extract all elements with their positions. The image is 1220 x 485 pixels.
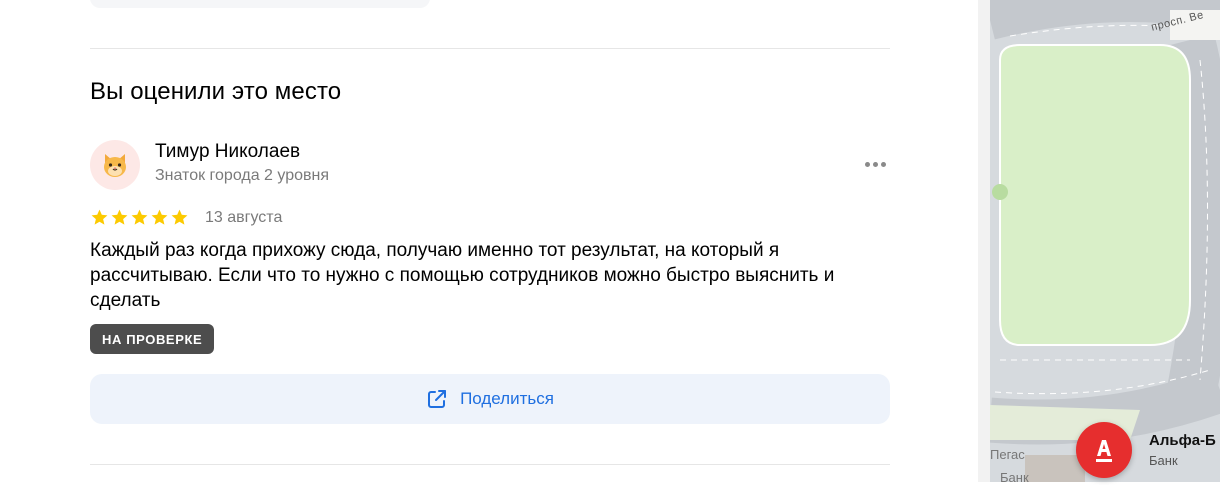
more-options-button[interactable] [860,152,890,176]
bank-poi-marker[interactable] [1076,422,1132,478]
star-icon [111,209,128,225]
map-label: Пегас [990,447,1025,462]
share-label: Поделиться [460,389,554,408]
section-title: Вы оценили это место [90,78,342,105]
author-level: Знаток города 2 уровня [155,167,330,184]
map-label: Банк [1000,470,1029,485]
star-icon [131,209,148,225]
poi-name[interactable]: Альфа-Б [1149,432,1216,449]
previous-card-bottom [90,0,430,8]
star-icon [151,209,168,225]
star-icon [91,209,108,225]
avatar[interactable] [90,140,140,190]
divider [90,464,890,465]
poi-type: Банк [1149,453,1178,468]
star-icon [171,209,188,225]
cat-face-icon [104,154,126,177]
map-canvas [990,0,1220,482]
review-date: 13 августа [205,209,283,226]
more-dots-icon [864,161,886,167]
map-view[interactable] [990,0,1220,482]
share-button[interactable]: Поделиться [90,374,890,424]
status-badge: НА ПРОВЕРКЕ [90,324,215,354]
share-icon [428,390,447,408]
panel-scrollbar-track[interactable] [978,0,990,482]
rating-stars [90,208,189,227]
place-panel: Вы оценили это место Тимур Николаев Знат… [0,0,978,482]
author-name[interactable]: Тимур Николаев [155,141,300,163]
alfa-bank-icon [1096,440,1112,462]
review-text: Каждый раз когда прихожу сюда, получаю и… [90,240,835,311]
divider [90,48,890,49]
